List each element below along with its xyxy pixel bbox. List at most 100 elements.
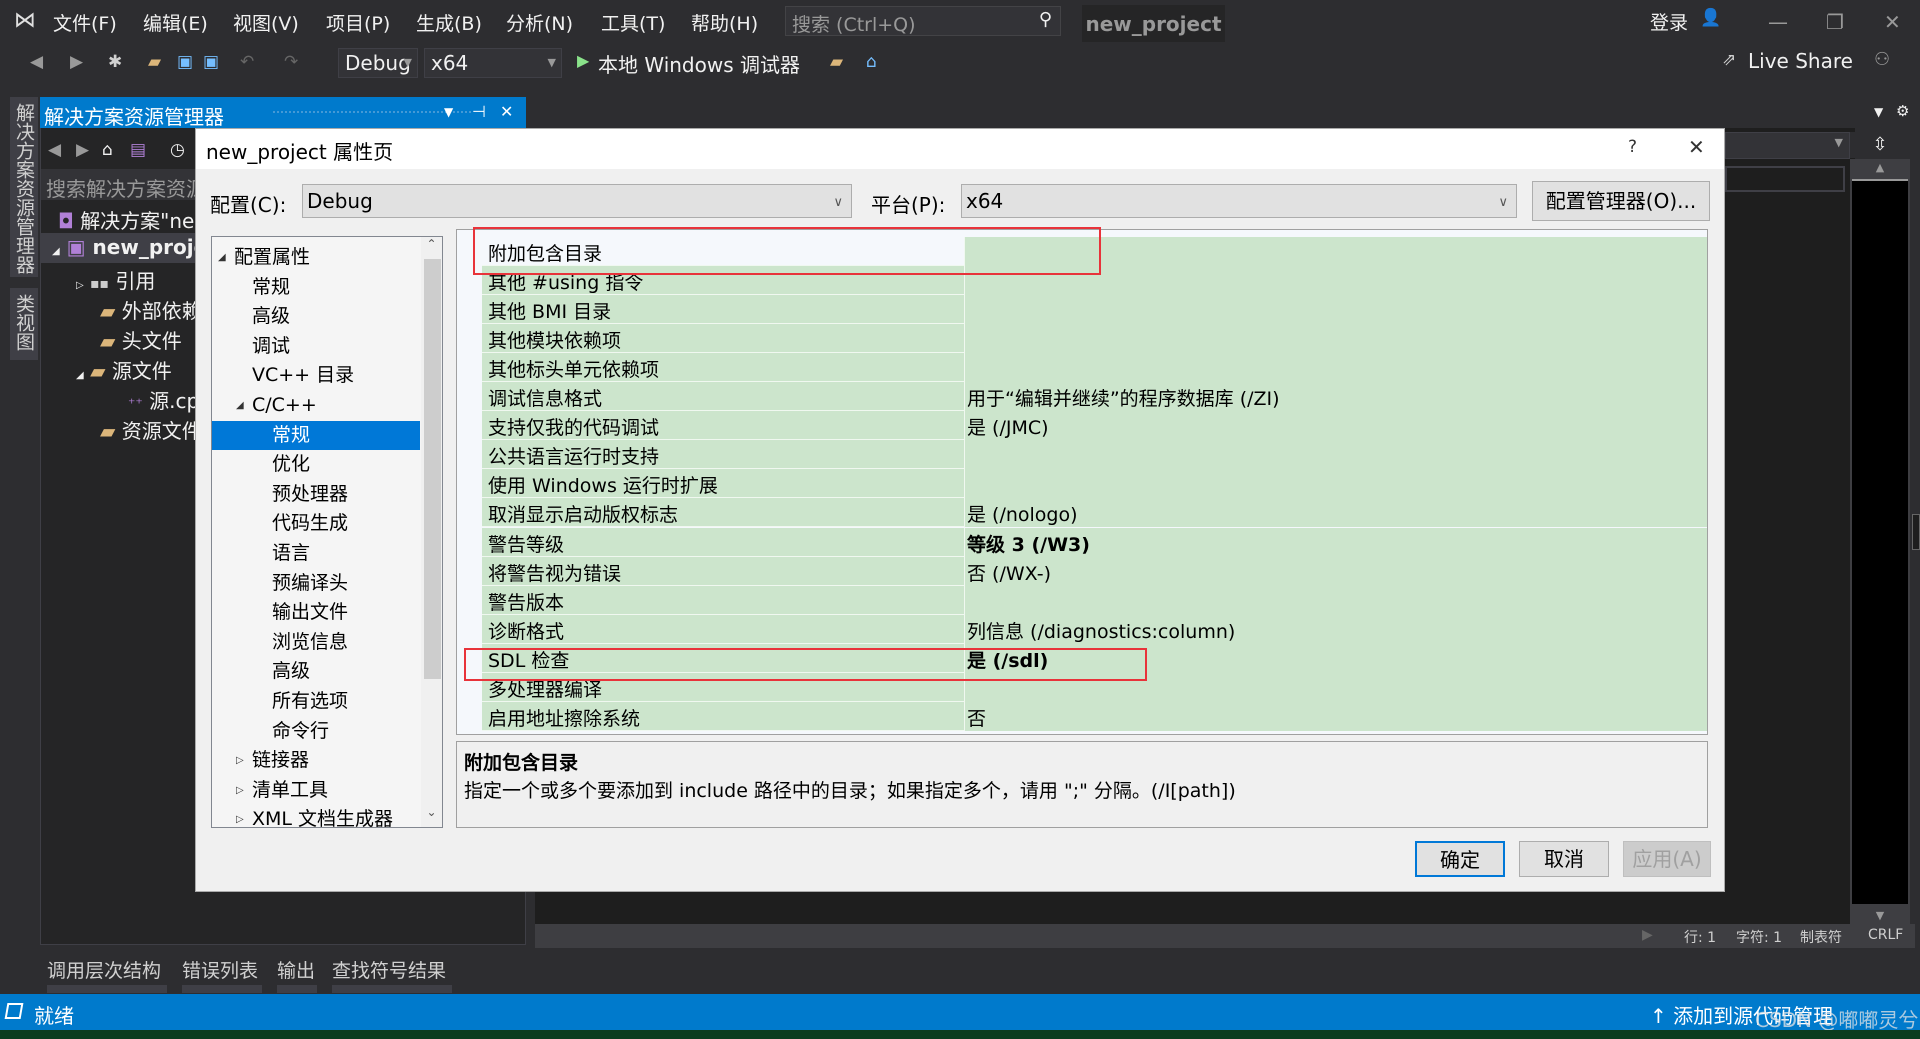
property-row[interactable]: 警告版本 (482, 585, 1707, 615)
tab-class-view-vertical[interactable]: 类视图 (10, 288, 38, 360)
forward-icon[interactable]: ▶ (70, 52, 83, 72)
tree-item[interactable]: 调试 (212, 332, 420, 361)
menu-file[interactable]: 文件(F) (53, 9, 117, 36)
property-value-cell[interactable] (964, 469, 1707, 499)
menu-analyze[interactable]: 分析(N) (506, 9, 573, 36)
tree-item[interactable]: VC++ 目录 (212, 361, 420, 390)
close-window-button[interactable]: ✕ (1884, 10, 1901, 34)
apply-button[interactable]: 应用(A) (1623, 841, 1711, 877)
tree-item[interactable]: 语言 (212, 539, 420, 568)
property-row[interactable]: 其他模块依赖项 (482, 324, 1707, 354)
property-value-cell[interactable] (964, 295, 1707, 325)
property-value-cell[interactable] (964, 701, 1707, 731)
navigation-combo[interactable]: ▼ (1725, 132, 1850, 159)
save-all-icon[interactable]: ▣ (203, 52, 219, 72)
property-row[interactable]: 诊断格式 列信息 (/diagnostics:column) (482, 614, 1707, 644)
property-row[interactable]: 使用 Windows 运行时扩展 (482, 469, 1707, 499)
tree-item[interactable]: 命令行 (212, 717, 420, 746)
expanded-arrow-icon[interactable]: ◢ (236, 391, 244, 420)
tree-node-source-files[interactable]: ◢ ▰ 源文件 (76, 355, 172, 384)
help-button[interactable]: ? (1628, 137, 1637, 157)
platform-select[interactable]: x64 ∨ (961, 184, 1517, 218)
home-icon[interactable]: ⌂ (102, 140, 113, 160)
configuration-manager-button[interactable]: 配置管理器(O)... (1532, 181, 1710, 221)
live-share-icon[interactable]: ⇗ (1722, 50, 1736, 70)
tab-find-symbol-results[interactable]: 查找符号结果 (332, 956, 446, 983)
pin-icon[interactable]: ⊣ (472, 102, 486, 121)
solution-platform-combo[interactable]: x64 ▼ (424, 48, 562, 78)
close-icon[interactable]: ✕ (500, 102, 513, 121)
menu-tools[interactable]: 工具(T) (601, 9, 665, 36)
cancel-button[interactable]: 取消 (1519, 841, 1609, 877)
tree-item[interactable]: 代码生成 (212, 509, 420, 538)
start-debug-button[interactable]: 本地 Windows 调试器 (598, 49, 800, 78)
tree-item[interactable]: 高级 (212, 657, 420, 686)
tree-item[interactable]: 预处理器 (212, 480, 420, 509)
scroll-up-icon[interactable]: ▲ (1850, 161, 1910, 174)
chevron-down-icon[interactable]: ▼ (1874, 105, 1883, 119)
tree-item[interactable]: ▷ 链接器 (212, 746, 420, 775)
tabs-indicator[interactable]: 制表符 (1800, 927, 1842, 947)
restore-button[interactable]: ❐ (1826, 10, 1844, 34)
solution-config-combo[interactable]: Debug ▼ (338, 48, 418, 78)
tree-node-header-files[interactable]: ▰ 头文件 (100, 325, 182, 354)
scroll-up-icon[interactable]: ⌃ (421, 237, 442, 251)
undo-icon[interactable]: ↶ (240, 52, 254, 72)
property-row[interactable]: 警告等级 等级 3 (/W3) (482, 527, 1707, 557)
tree-node-resource-files[interactable]: ▰ 资源文件 (100, 415, 202, 444)
collapsed-arrow-icon[interactable]: ▷ (236, 776, 244, 805)
switch-views-icon[interactable]: ▤ (130, 140, 146, 160)
property-row[interactable]: 其他 BMI 目录 (482, 295, 1707, 325)
tree-item[interactable]: 所有选项 (212, 687, 420, 716)
back-icon[interactable]: ◀ (48, 140, 61, 160)
ok-button[interactable]: 确定 (1415, 841, 1505, 877)
tree-item[interactable]: 浏览信息 (212, 628, 420, 657)
tree-item[interactable]: 常规 (212, 420, 420, 450)
live-share-button[interactable]: Live Share (1748, 49, 1853, 73)
new-item-icon[interactable]: ✱ (108, 52, 122, 72)
dialog-close-button[interactable]: ✕ (1688, 135, 1705, 159)
collapsed-arrow-icon[interactable]: ▷ (236, 805, 244, 827)
property-row[interactable]: 公共语言运行时支持 (482, 440, 1707, 470)
tree-item[interactable]: 优化 (212, 450, 420, 479)
property-row[interactable]: 调试信息格式 用于“编辑并继续”的程序数据库 (/ZI) (482, 382, 1707, 412)
menu-edit[interactable]: 编辑(E) (143, 9, 208, 36)
tree-node-references[interactable]: ▷ ▪▪ 引用 (76, 265, 155, 294)
configuration-select[interactable]: Debug ∨ (302, 184, 852, 218)
redo-icon[interactable]: ↷ (284, 52, 298, 72)
scrollbar-map[interactable] (1852, 179, 1908, 904)
find-in-files-icon[interactable]: ▰ (830, 52, 843, 72)
menu-view[interactable]: 视图(V) (233, 9, 299, 36)
tab-call-hierarchy[interactable]: 调用层次结构 (47, 956, 161, 983)
sign-in-link[interactable]: 登录 (1650, 8, 1688, 35)
menu-project[interactable]: 项目(P) (326, 9, 390, 36)
browser-link-icon[interactable]: ⌂ (866, 52, 877, 72)
property-value-cell[interactable] (964, 585, 1707, 615)
tree-item[interactable]: 预编译头 (212, 569, 420, 598)
forward-icon[interactable]: ▶ (76, 140, 89, 160)
menu-help[interactable]: 帮助(H) (691, 9, 758, 36)
property-value-cell[interactable] (964, 411, 1707, 441)
property-value-cell[interactable] (964, 353, 1707, 383)
scroll-down-icon[interactable]: ▼ (1850, 909, 1910, 922)
feedback-icon[interactable]: ⚇ (1874, 49, 1890, 70)
property-row[interactable]: 支持仅我的代码调试 是 (/JMC) (482, 411, 1707, 441)
property-row[interactable]: 将警告视为错误 否 (/WX-) (482, 556, 1707, 586)
property-row[interactable]: 其他标头单元依赖项 (482, 353, 1707, 383)
minimize-button[interactable]: — (1768, 10, 1788, 34)
tree-item[interactable]: ◢ C/C++ (212, 391, 420, 420)
property-value-cell[interactable] (964, 440, 1707, 470)
tab-output[interactable]: 输出 (277, 956, 315, 983)
back-icon[interactable]: ◀ (30, 52, 43, 72)
collapsed-arrow-icon[interactable]: ▷ (236, 746, 244, 775)
property-row[interactable]: 启用地址擦除系统 否 (482, 701, 1707, 731)
line-indicator[interactable]: 行: 1 (1684, 927, 1716, 947)
drag-grip[interactable] (272, 110, 472, 115)
char-indicator[interactable]: 字符: 1 (1736, 927, 1782, 947)
editor-vertical-scrollbar[interactable]: ▲ ▼ (1850, 159, 1910, 927)
start-debug-icon[interactable]: ▶ (577, 51, 589, 70)
pending-changes-icon[interactable]: ◷ (170, 140, 185, 160)
quick-search-input[interactable]: 搜索 (Ctrl+Q) ⚲ (785, 6, 1061, 36)
gear-icon[interactable]: ⚙ (1896, 102, 1909, 120)
tree-item[interactable]: 高级 (212, 302, 420, 331)
